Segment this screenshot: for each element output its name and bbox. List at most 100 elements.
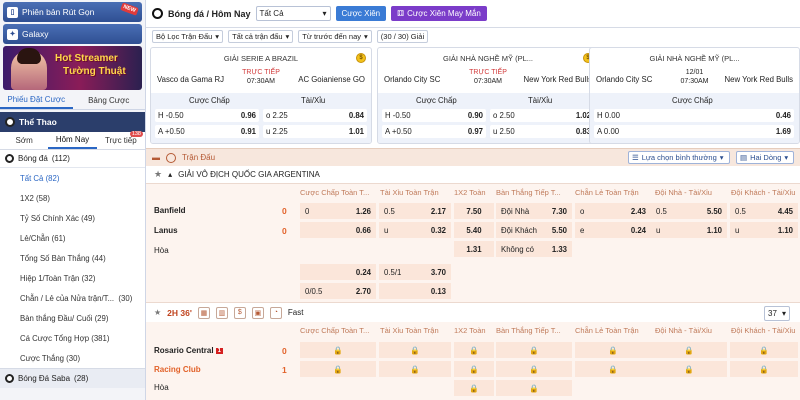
sidebar-item-mix-parlay[interactable]: Cá Cược Tổng Hợp (381): [0, 328, 145, 348]
lucky-parlay-button[interactable]: ⚅ Cược Xiên May Mắn: [391, 6, 487, 21]
sidebar-item-outright[interactable]: Cược Thắng (30): [0, 348, 145, 368]
galaxy-button[interactable]: ✦ Galaxy: [3, 24, 142, 44]
match-card[interactable]: GIẢI NHÀ NGHỀ MỸ (PL... $ Orlando City S…: [377, 47, 599, 144]
hot-streamer-banner[interactable]: Hot Streamer Tường Thuật: [3, 46, 142, 90]
sidebar-item-correct-score[interactable]: Tỷ Số Chính Xác (49): [0, 208, 145, 228]
match-table: Cược Chấp Toàn T... Tài Xỉu Toàn Trận 1X…: [146, 322, 800, 400]
odds-cell[interactable]: A 0.00 1.69: [594, 125, 794, 138]
locked-odds-cell[interactable]: 🔒: [575, 342, 651, 358]
fast-label[interactable]: Fast: [288, 308, 304, 317]
odds-cell[interactable]: 0.13: [379, 283, 451, 299]
odds-cell[interactable]: 1.31: [454, 241, 494, 257]
odds-cell[interactable]: 5.40: [454, 222, 494, 238]
timer-icon[interactable]: ◔: [269, 306, 282, 319]
odds-cell[interactable]: 0.5 2.17: [379, 203, 451, 219]
sidebar-item-all[interactable]: Tất Cả (82): [0, 168, 145, 188]
galaxy-label: Galaxy: [22, 29, 49, 39]
locked-odds-cell[interactable]: 🔒: [651, 361, 727, 377]
lock-icon: 🔒: [469, 364, 479, 374]
odds-type-select[interactable]: ☰ Lựa chọn bình thường ▾: [628, 151, 730, 164]
odds-cell[interactable]: u 0.32: [379, 222, 451, 238]
odds-cell[interactable]: H -0.50 0.96: [155, 109, 259, 122]
odds-cell[interactable]: A +0.50 0.91: [155, 125, 259, 138]
odds-cell[interactable]: A +0.50 0.97: [382, 125, 486, 138]
page-select[interactable]: 37 ▾: [764, 306, 790, 321]
odds-cell[interactable]: H -0.50 0.90: [382, 109, 486, 122]
coin-icon[interactable]: $: [233, 306, 246, 319]
stats-icon[interactable]: ▦: [197, 306, 210, 319]
star-icon[interactable]: ★: [154, 169, 162, 180]
short-version-button[interactable]: ▯ Phiên bản Rút Gọn NEW: [3, 2, 142, 22]
market-handicap-label: Cược Chấp: [189, 96, 230, 105]
new-badge: NEW: [120, 2, 139, 16]
sidebar-item-half-odd-even[interactable]: Chẵn / Lẻ của Nửa trận/T... (30): [0, 288, 145, 308]
odds-cell[interactable]: o 2.43: [575, 203, 651, 219]
match-card[interactable]: GIẢI NHÀ NGHỀ MỸ (PL... Orlando City SC …: [589, 47, 800, 144]
tab-bet-slip[interactable]: Phiếu Đặt Cược: [0, 92, 73, 109]
tab-bet-list[interactable]: Bảng Cược: [73, 92, 146, 109]
locked-odds-cell[interactable]: 🔒: [300, 361, 376, 377]
column-header: Bàn Thắng Tiếp T...: [496, 325, 561, 335]
sidebar-item-total-goals[interactable]: Tổng Số Bàn Thắng (44): [0, 248, 145, 268]
odds-cell[interactable]: u 2.25 1.01: [263, 125, 367, 138]
odds-cell[interactable]: 7.50: [454, 203, 494, 219]
odds-cell[interactable]: 0.24: [300, 264, 376, 280]
locked-odds-cell[interactable]: 🔒: [379, 361, 451, 377]
match-card[interactable]: GIẢI SERIE A BRAZIL $ Vasco da Gama RJ T…: [150, 47, 372, 144]
item-count: (30): [118, 293, 133, 303]
locked-odds-cell[interactable]: 🔒: [496, 380, 572, 396]
league-filter[interactable]: Bộ Lọc Trận Đấu ▾: [152, 29, 224, 43]
parlay-button[interactable]: Cược Xiên: [335, 6, 387, 21]
odds-cell[interactable]: o 2.25 0.84: [263, 109, 367, 122]
odds-cell[interactable]: 0.5 4.45: [730, 203, 798, 219]
odds-cell[interactable]: 0.5/1 3.70: [379, 264, 451, 280]
market-select[interactable]: Tất Cả ▾: [255, 6, 331, 21]
league-row[interactable]: ★ ▴ GIẢI VÔ ĐỊCH QUỐC GIA ARGENTINA: [146, 166, 800, 184]
sidebar-item-football[interactable]: Bóng đá (112): [0, 150, 145, 168]
locked-odds-cell[interactable]: 🔒: [379, 342, 451, 358]
subtab-early[interactable]: Sớm: [0, 132, 48, 149]
locked-odds-cell[interactable]: 🔒: [454, 361, 494, 377]
odds-cell[interactable]: 0.5 5.50: [651, 203, 727, 219]
view-select[interactable]: ▤ Hai Dòng ▾: [736, 151, 794, 164]
locked-odds-cell[interactable]: 🔒: [730, 361, 798, 377]
odds-cell[interactable]: u 1.10: [730, 222, 798, 238]
chart-icon[interactable]: ▥: [215, 306, 228, 319]
calendar-icon[interactable]: ▣: [251, 306, 264, 319]
league-count[interactable]: (30 / 30) Giải: [376, 29, 429, 43]
home-team: Rosario Central 1: [154, 346, 223, 355]
sidebar-item-half-full[interactable]: Hiệp 1/Toàn Trận (32): [0, 268, 145, 288]
collapse-arrow-icon[interactable]: ▴: [168, 170, 172, 179]
locked-odds-cell[interactable]: 🔒: [300, 342, 376, 358]
locked-odds-cell[interactable]: 🔒: [454, 342, 494, 358]
star-icon[interactable]: ★: [154, 308, 161, 317]
locked-odds-cell[interactable]: 🔒: [730, 342, 798, 358]
collapse-icon[interactable]: ▬: [152, 153, 160, 162]
locked-odds-cell[interactable]: 🔒: [575, 361, 651, 377]
odds-cell[interactable]: Đội Khách 5.50: [496, 222, 572, 238]
odds-cell[interactable]: u 2.50 0.83: [490, 125, 594, 138]
odds-cell[interactable]: H 0.00 0.46: [594, 109, 794, 122]
locked-odds-cell[interactable]: 🔒: [496, 361, 572, 377]
sidebar-item-1x2[interactable]: 1X2 (58): [0, 188, 145, 208]
subtab-today[interactable]: Hôm Nay: [48, 132, 97, 149]
sort-filter[interactable]: Từ trước đến nay ▾: [298, 29, 372, 43]
odds-cell[interactable]: 0/0.5 2.70: [300, 283, 376, 299]
item-count: (49): [81, 213, 95, 223]
sidebar-item-first-last-goal[interactable]: Bàn thắng Đầu/ Cuối (29): [0, 308, 145, 328]
item-count: (82): [45, 173, 60, 183]
locked-odds-cell[interactable]: 🔒: [651, 342, 727, 358]
bet-tabs: Phiếu Đặt Cược Bảng Cược: [0, 92, 145, 110]
odds-cell[interactable]: Không có 1.33: [496, 241, 572, 257]
odds-cell[interactable]: u 1.10: [651, 222, 727, 238]
locked-odds-cell[interactable]: 🔒: [496, 342, 572, 358]
odds-cell[interactable]: 0 1.26: [300, 203, 376, 219]
locked-odds-cell[interactable]: 🔒: [454, 380, 494, 396]
sidebar-item-odd-even[interactable]: Lẻ/Chẵn (61): [0, 228, 145, 248]
odds-cell[interactable]: 0.66: [300, 222, 376, 238]
odds-cell[interactable]: Đội Nhà 7.30: [496, 203, 572, 219]
sidebar-item-saba-football[interactable]: Bóng Đá Saba (28): [0, 368, 145, 388]
odds-cell[interactable]: o 2.50 1.02: [490, 109, 594, 122]
odds-cell[interactable]: e 0.24: [575, 222, 651, 238]
match-filter[interactable]: Tất cả trận đấu ▾: [228, 29, 294, 43]
